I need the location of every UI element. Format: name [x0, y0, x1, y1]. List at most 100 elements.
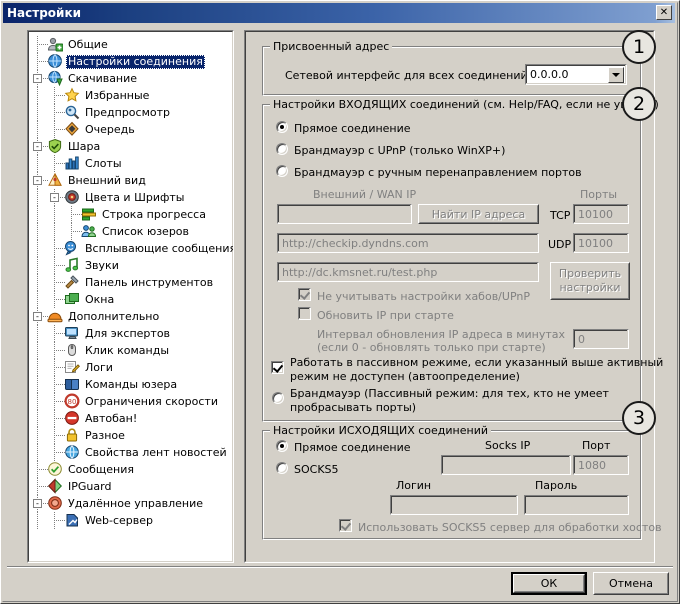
radio-direct-incoming[interactable]	[276, 121, 288, 133]
interval-input[interactable]: 0	[573, 329, 629, 349]
tree-item-label: Настройки соединения	[66, 55, 205, 69]
tree-expander[interactable]: -	[33, 74, 42, 83]
helmet-icon	[47, 308, 63, 324]
webserver-icon	[64, 512, 80, 528]
ok-button[interactable]: ОК	[511, 572, 587, 595]
tree-item[interactable]: Список юзеров	[29, 223, 232, 240]
socks-login-input[interactable]	[390, 495, 518, 515]
radio-direct-outgoing[interactable]	[276, 440, 288, 452]
palette-icon	[64, 189, 80, 205]
tree-item-label: Логи	[85, 361, 113, 374]
badge-1: 1	[622, 30, 656, 64]
use-socks-for-hosts-checkbox[interactable]	[339, 519, 352, 532]
tree-expander[interactable]: -	[33, 142, 42, 151]
tree-item[interactable]: Автобан!	[29, 410, 232, 427]
settings-tree-inner: Общие Настройки соединения - Скачивание Избр…	[28, 31, 233, 562]
ignore-hubs-checkbox[interactable]	[298, 288, 311, 301]
network-interface-combo[interactable]: 0.0.0.0	[525, 64, 627, 85]
interval-value: 0	[578, 332, 585, 346]
socks-ip-input[interactable]	[441, 455, 571, 475]
tree-item[interactable]: Звуки	[29, 257, 232, 274]
tree-item[interactable]: Строка прогресса	[29, 206, 232, 223]
tree-item[interactable]: - Скачивание	[29, 70, 232, 87]
ipguard-icon	[47, 478, 63, 494]
socks-ip-label: Socks IP	[485, 439, 531, 452]
tree-item[interactable]: - Внешний вид	[29, 172, 232, 189]
tree-expander[interactable]: -	[50, 193, 59, 202]
tree-item[interactable]: Очередь	[29, 121, 232, 138]
chevron-down-icon[interactable]	[608, 67, 624, 83]
passive-mode-checkbox[interactable]	[271, 361, 284, 374]
appearance-icon	[47, 172, 63, 188]
sound-note-icon	[64, 257, 80, 273]
star-icon	[64, 87, 80, 103]
cancel-button[interactable]: Отмена	[593, 572, 669, 595]
speed-limit-icon: 80	[64, 393, 80, 409]
badge-2: 2	[622, 87, 656, 121]
tree-expander[interactable]: -	[33, 499, 42, 508]
globe-download-icon	[47, 70, 63, 87]
tree-item[interactable]: Свойства лент новостей	[29, 444, 232, 461]
windows-icon	[64, 291, 80, 307]
test-url-input[interactable]: http://dc.kmsnet.ru/test.php	[277, 262, 539, 282]
tree-item-label: Для экспертов	[85, 327, 171, 340]
tree-item[interactable]: Общие	[29, 36, 232, 53]
tree-item-label: Удалённое управление	[68, 497, 204, 510]
tree-expander[interactable]: -	[33, 176, 42, 185]
tree-item[interactable]: Предпросмотр	[29, 104, 232, 121]
group-outgoing-connections: Настройки ИСХОДЯЩИХ соединений Прямое со…	[262, 424, 662, 540]
tree-item[interactable]: Web-сервер	[29, 512, 232, 529]
socks-port-input[interactable]: 1080	[573, 455, 629, 475]
tree-item[interactable]: Логи	[29, 359, 232, 376]
ports-label: Порты	[580, 188, 618, 201]
check-settings-button[interactable]: Проверить настройки	[550, 262, 630, 300]
settings-content-panel: Присвоенный адрес Сетевой интерфейс для …	[244, 30, 663, 563]
tree-item[interactable]: - Шара	[29, 138, 232, 155]
radio-manual-port-forward[interactable]	[276, 165, 288, 177]
tree-expander[interactable]: -	[33, 312, 42, 321]
find-ip-button[interactable]: Найти IP адреса	[418, 204, 539, 224]
radio-firewall-passive[interactable]	[272, 392, 284, 404]
radio-upnp-firewall[interactable]	[276, 143, 288, 155]
tree-item[interactable]: Настройки соединения	[29, 53, 232, 70]
tree-item[interactable]: Всплывающие сообщения	[29, 240, 233, 257]
tree-item[interactable]: Для экспертов	[29, 325, 232, 342]
check-settings-line2: настройки	[559, 281, 621, 294]
tree-item[interactable]: Команды юзера	[29, 376, 232, 393]
log-pencil-icon	[64, 359, 81, 375]
tcp-port-input[interactable]: 10100	[573, 204, 629, 224]
wan-ip-label: Внешний / WAN IP	[313, 188, 417, 201]
close-icon[interactable]: ✕	[656, 5, 672, 20]
checkip-url-input[interactable]: http://checkip.dyndns.com	[277, 233, 539, 253]
update-ip-on-start-checkbox[interactable]	[298, 307, 311, 320]
network-interface-value: 0.0.0.0	[530, 68, 569, 81]
tree-item-label: Web-сервер	[85, 514, 153, 527]
tree-item[interactable]: Избранные	[29, 87, 232, 104]
svg-text:80: 80	[68, 398, 77, 406]
radio-socks5[interactable]	[276, 462, 288, 474]
tree-item[interactable]: - Цвета и Шрифты	[29, 189, 232, 206]
tree-item[interactable]: - Дополнительно	[29, 308, 232, 325]
group-incoming-connections: Настройки ВХОДЯЩИХ соединений (см. Help/…	[262, 98, 663, 422]
group-assigned-address-title: Присвоенный адрес	[270, 40, 393, 53]
tree-item-label: Звуки	[85, 259, 119, 272]
tree-item-label: Автобан!	[85, 412, 138, 425]
tree-item-label: Разное	[85, 429, 125, 442]
remote-icon	[47, 495, 63, 511]
tree-item[interactable]: Окна	[29, 291, 232, 308]
tree-item[interactable]: Слоты	[29, 155, 232, 172]
popup-message-icon	[64, 240, 80, 256]
wan-ip-input[interactable]	[277, 204, 412, 224]
tree-item[interactable]: Разное	[29, 427, 232, 444]
tree-item[interactable]: - Удалённое управление	[29, 495, 232, 512]
tree-item-label: Ограничения скорости	[85, 395, 218, 408]
tree-item[interactable]: Сообщения	[29, 461, 232, 478]
udp-port-input[interactable]: 10100	[573, 233, 629, 253]
use-socks-for-hosts-label: Использовать SOCKS5 сервер для обработки…	[358, 521, 662, 534]
tree-item[interactable]: IPGuard	[29, 478, 232, 495]
tree-item[interactable]: 80 Ограничения скорости	[29, 393, 232, 410]
socks-password-input[interactable]	[524, 495, 629, 515]
tree-item[interactable]: Клик команды	[29, 342, 232, 359]
tree-item[interactable]: Панель инструментов	[29, 274, 232, 291]
settings-tree[interactable]: Общие Настройки соединения - Скачивание Избр…	[27, 30, 234, 563]
